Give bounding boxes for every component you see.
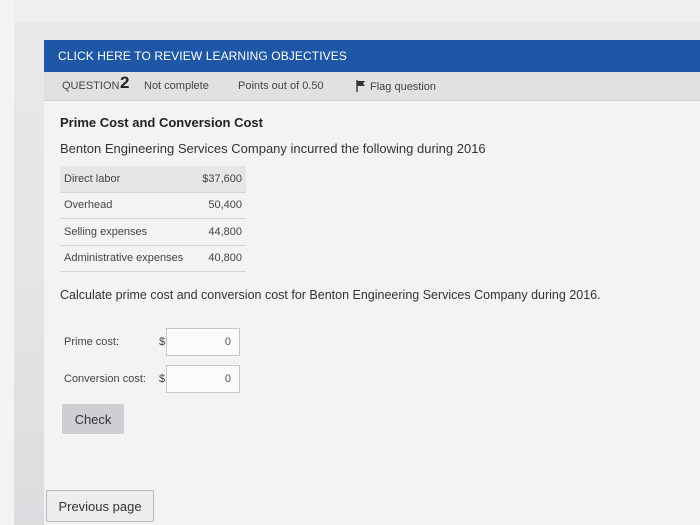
previous-page-button[interactable]: Previous page (46, 490, 154, 522)
flag-question-label: Flag question (370, 81, 437, 93)
question-title: Prime Cost and Conversion Cost (60, 115, 263, 130)
conversion-cost-input[interactable]: 0 (166, 365, 240, 393)
check-button[interactable]: Check (62, 404, 124, 434)
table-row: Administrative expenses 40,800 (60, 245, 246, 272)
question-intro: Benton Engineering Services Company incu… (60, 141, 486, 156)
conversion-cost-label: Conversion cost: (64, 373, 146, 385)
expense-table: Direct labor $37,600 Overhead 50,400 Sel… (60, 166, 246, 272)
question-label: QUESTION (62, 80, 120, 92)
question-number: 2 (120, 73, 130, 92)
question-prompt: Calculate prime cost and conversion cost… (60, 288, 601, 302)
prime-cost-label: Prime cost: (64, 336, 120, 348)
question-points: Points out of 0.50 (238, 80, 324, 92)
row-amount: 40,800 (195, 245, 246, 272)
quiz-page: CLICK HERE TO REVIEW LEARNING OBJECTIVES… (44, 40, 700, 525)
screen-bezel-left (0, 0, 14, 525)
table-row: Overhead 50,400 (60, 192, 246, 219)
screen-bezel-top (0, 0, 700, 22)
flag-question-button[interactable]: Flag question (356, 80, 436, 93)
row-label: Direct labor (60, 166, 196, 193)
row-label: Overhead (60, 192, 196, 219)
question-status: Not complete (144, 80, 209, 92)
conversion-cost-currency: $ (159, 373, 166, 385)
row-amount: $37,600 (195, 166, 246, 193)
table-row: Selling expenses 44,800 (60, 218, 246, 246)
table-row: Direct labor $37,600 (60, 166, 246, 193)
row-amount: 50,400 (195, 192, 246, 219)
row-label: Selling expenses (60, 218, 196, 246)
flag-icon (356, 80, 365, 92)
prime-cost-input[interactable]: 0 (166, 328, 240, 356)
question-info-bar: QUESTION 2 Not complete Points out of 0.… (44, 72, 700, 101)
row-amount: 44,800 (195, 218, 246, 246)
prime-cost-currency: $ (159, 336, 166, 348)
row-label: Administrative expenses (60, 245, 196, 272)
learning-objectives-link[interactable]: CLICK HERE TO REVIEW LEARNING OBJECTIVES (44, 40, 700, 72)
